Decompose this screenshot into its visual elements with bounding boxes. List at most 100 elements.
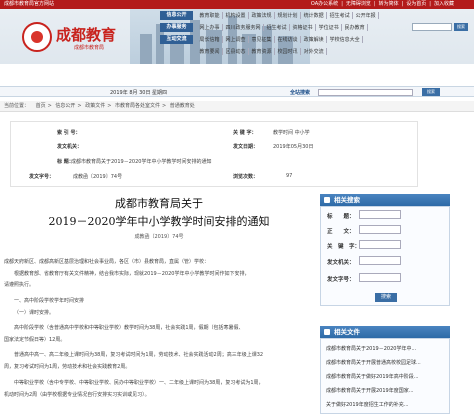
nav-link[interactable]: 规划计划 [275,11,302,19]
meta-keywords-value: 教学时间 中小学 [273,130,310,136]
nav-badge-interact[interactable]: 互动交流 [160,34,193,44]
nav-link[interactable]: 民办教育 [342,23,369,31]
nav-link[interactable]: 局长信箱 [197,35,224,43]
nav-links-service: 网上办事 四川政务服务网 招生考试 资格证书 学位证书 民办教育 [197,23,369,31]
top-link-oa[interactable]: OA办公系统 [311,0,338,9]
related-search-button[interactable]: 搜索 [375,293,397,302]
meta-views-label: 浏览次数： [233,174,259,180]
nav-link[interactable]: 公开年报 [353,11,380,19]
top-links: OA办公系统 | 无障碍浏览 | 转为简体 | 设为首页 | 加入收藏 [310,0,454,9]
nav-links-interact: 局长信箱 网上调查 意见征集 在线访谈 政策解读 学校信息大全 [197,35,364,43]
logo-title: 成都教育 [56,26,117,44]
nav-row-info: 信息公开 教育职能 机构设置 政策法规 规划计划 统计数据 招生考试 公开年报 [160,10,380,20]
article-title-line1: 成都市教育局关于 [115,197,203,210]
search-keyword-input[interactable] [359,240,401,249]
article-paragraph: 普通高中高一、高二年级上课时间为38周，复习考试时间为1周，劳动技术、社会实践活… [14,352,264,358]
header-search-input[interactable] [412,23,452,31]
nav-link[interactable]: 统计数据 [301,11,328,19]
search-title-input[interactable] [359,210,401,219]
nav-links-info: 教育职能 机构设置 政策法规 规划计划 统计数据 招生考试 公开年报 [197,11,380,19]
nav-link[interactable]: 四川政务服务网 [223,23,265,31]
nav-link[interactable]: 资格证书 [290,23,317,31]
nav-link[interactable]: 教育职能 [197,11,224,19]
nav-badge-info[interactable]: 信息公开 [160,10,193,20]
meta-views-value: 97 [286,173,293,179]
related-file-link[interactable]: 成都市教育局关于开展2019年度国家... [326,387,414,394]
header-search: 搜索 [412,23,468,31]
meta-docno-label: 发文字号： [29,174,55,180]
top-link-homepage[interactable]: 设为首页 [406,0,426,9]
nav-link[interactable]: 网上办事 [197,23,224,31]
related-file-link[interactable]: 成都市教育局关于做好2019年高中阶段... [326,373,419,380]
article-paragraph: 中等职业学校（含中专学校、中等职业学校、民办中等职业学校）一、二年级上课时间为3… [14,380,264,386]
breadcrumb-label: 当前位置： [4,103,30,109]
nav-link[interactable]: 教育要闻 [197,47,224,55]
nav-link[interactable]: 意见征集 [249,35,276,43]
related-files-header: 相关文件 [320,326,450,338]
nav-row-service: 办事服务 网上办事 四川政务服务网 招生考试 资格证书 学位证书 民办教育 [160,22,369,32]
top-link-accessible[interactable]: 无障碍浏览 [346,0,371,9]
related-files-panel: 成都市教育局关于2019－2020学年中... 成都市教育局关于开展普通高校校园… [320,338,450,414]
nav-link[interactable]: 教育资源 [249,47,276,55]
nav-row-interact: 互动交流 局长信箱 网上调查 意见征集 在线访谈 政策解读 学校信息大全 [160,34,364,44]
article-paragraph: 根据教育部、省教育厅有关文件精神，结合我市实际，现就2019－2020学年中小学… [14,271,250,277]
top-link-favorite[interactable]: 加入收藏 [434,0,454,9]
nav-link[interactable]: 学位证书 [316,23,343,31]
meta-date-value: 2019年05月30日 [273,144,314,150]
meta-title-value: 成都市教育局关于2019－2020学年中小学教学时间安排的通知 [71,159,212,165]
breadcrumb-item[interactable]: 首页 [36,103,46,109]
nav-badge-service[interactable]: 办事服务 [160,22,193,32]
site-search-button[interactable]: 搜索 [422,88,440,96]
site-header: 成都教育 成都市教育局 搜索 信息公开 教育职能 机构设置 政策法规 规划计划 … [0,9,474,64]
nav-row-news: 教育要闻 区县动态 教育资源 校园时讯 对外交流 [197,46,328,56]
article-paragraph: 周，复习考试时间为1周，劳动技术和社会实践教育2周。 [4,364,131,370]
search-field-label: 正 文： [327,229,355,235]
breadcrumb-item[interactable]: 普通教育处 [170,103,195,109]
logo-subtitle: 成都市教育局 [74,45,105,51]
article-paragraph: 国家法定节假日等）12周。 [4,337,66,343]
date-search-bar: 2019年 8月 30日 星期四 全站搜索 搜索 [0,86,474,97]
nav-link[interactable]: 网上调查 [223,35,250,43]
nav-links-news: 教育要闻 区县动态 教育资源 校园时讯 对外交流 [197,47,328,55]
nav-link[interactable]: 校园时讯 [275,47,302,55]
article-paragraph: 成都天府新区、成都高新区基层治理和社会事业局，各区（市）县教育局，直属（管）学校… [4,259,210,265]
nav-link[interactable]: 对外交流 [301,47,328,55]
related-file-link[interactable]: 关于做好2019年度招生工作的补充... [326,401,409,408]
nav-link[interactable]: 区县动态 [223,47,250,55]
nav-link[interactable]: 政策解读 [301,35,328,43]
article-paragraph: 机动时间为2周（由学校根据专业情况自行安排实习实训或见习）。 [4,392,150,398]
logo-emblem-icon [22,22,52,52]
meta-keywords-label: 关 键 字： [233,130,257,136]
nav-link[interactable]: 招生考试 [327,11,354,19]
search-field-label: 标 题： [327,214,355,220]
search-docno-input[interactable] [359,273,401,282]
article-title-line2: 2019－2020学年中小学教学时间安排的通知 [48,215,270,228]
search-field-label: 发文机关： [327,260,355,266]
article-paragraph: （一）课时安排。 [14,310,55,316]
related-file-link[interactable]: 成都市教育局关于开展普通高校校园足球... [326,359,421,366]
top-link-simplified[interactable]: 转为简体 [379,0,399,9]
related-file-link[interactable]: 成都市教育局关于2019－2020学年中... [326,345,416,352]
article-paragraph: 请遵照执行。 [4,282,35,288]
search-field-label: 发文字号： [327,277,355,283]
header-search-button[interactable]: 搜索 [454,23,468,31]
breadcrumb-item[interactable]: 政策文件 [85,103,105,109]
search-body-input[interactable] [359,225,401,234]
nav-link[interactable]: 在线访谈 [275,35,302,43]
nav-link[interactable]: 招生考试 [264,23,291,31]
meta-docno-value: 成教函〔2019〕74号 [73,174,123,180]
related-search-header: 相关搜索 [320,194,450,206]
article-paragraph: 一、高中阶段学校学年时间安排 [14,298,85,304]
related-search-panel: 标 题： 正 文： 关 键 字： 发文机关： 发文字号： 搜索 [320,206,450,306]
nav-link[interactable]: 学校信息大全 [327,35,364,43]
site-label: 成都市教育局官方网站 [4,1,55,7]
breadcrumb-item[interactable]: 市教育局各处室文件 [115,103,160,109]
breadcrumb-item[interactable]: 信息公开 [55,103,75,109]
article-doc-number: 成教函〔2019〕74号 [134,234,184,240]
meta-issuer-label: 发文机关： [57,144,83,150]
site-search-input[interactable] [318,89,413,96]
nav-link[interactable]: 政策法规 [249,11,276,19]
meta-index-label: 索 引 号： [57,130,81,136]
search-issuer-input[interactable] [359,256,401,265]
nav-link[interactable]: 机构设置 [223,11,250,19]
